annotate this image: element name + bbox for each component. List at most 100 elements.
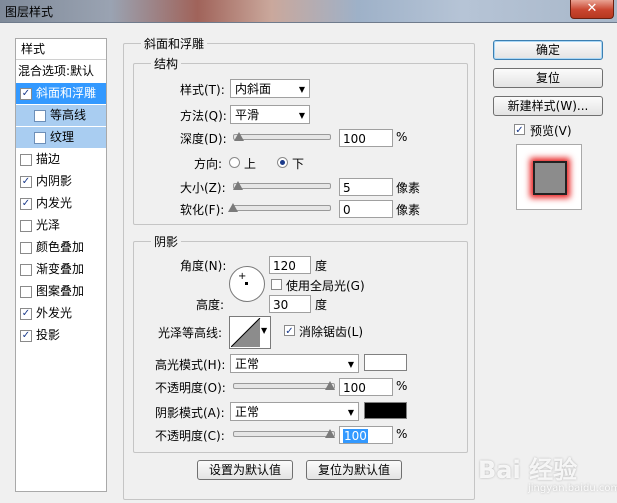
crosshair-icon: +	[238, 271, 247, 282]
size-unit: 像素	[396, 181, 421, 195]
highlight-opacity-slider[interactable]	[233, 383, 335, 389]
style-item-checkbox[interactable]	[20, 154, 32, 166]
angle-dial[interactable]: +	[229, 266, 265, 302]
size-label: 大小(Z):	[180, 181, 226, 195]
style-item-checkbox[interactable]: ✓	[20, 176, 32, 188]
style-item[interactable]: ✓ 内发光	[16, 193, 106, 214]
chevron-down-icon: ▼	[261, 326, 268, 335]
style-item[interactable]: 等高线	[16, 105, 106, 126]
chevron-down-icon: ▼	[347, 360, 354, 369]
style-item[interactable]: 渐变叠加	[16, 259, 106, 280]
direction-down-label: 下	[292, 157, 305, 171]
shadow-opacity-label: 不透明度(C):	[155, 429, 225, 443]
style-label: 样式(T):	[180, 83, 225, 97]
new-style-button[interactable]: 新建样式(W)...	[493, 96, 603, 116]
size-slider-handle[interactable]	[233, 181, 243, 190]
style-item-label: 内阴影	[36, 174, 73, 188]
style-item-checkbox[interactable]	[20, 220, 32, 232]
technique-label: 方法(Q):	[180, 109, 227, 123]
highlight-opacity-unit: %	[396, 379, 408, 393]
style-item[interactable]: 光泽	[16, 215, 106, 236]
shadow-mode-select[interactable]: 正常 ▼	[230, 402, 359, 421]
style-item-checkbox[interactable]: ✓	[20, 330, 32, 342]
style-item-checkbox[interactable]	[34, 110, 46, 122]
highlight-opacity-slider-handle[interactable]	[325, 381, 335, 390]
baidu-watermark-url: jingyan.baidu.com	[528, 483, 617, 494]
blend-options-item[interactable]: 混合选项:默认	[16, 61, 106, 82]
style-item[interactable]: 图案叠加	[16, 281, 106, 302]
bevel-emboss-title: 斜面和浮雕	[141, 35, 208, 52]
style-item-label: 渐变叠加	[36, 262, 85, 276]
style-item[interactable]: 描边	[16, 149, 106, 170]
shadow-opacity-unit: %	[396, 427, 408, 441]
style-item[interactable]: 纹理	[16, 127, 106, 148]
soften-slider[interactable]	[233, 205, 331, 211]
depth-input[interactable]: 100	[339, 129, 393, 147]
style-item-label: 描边	[36, 152, 61, 166]
style-item[interactable]: ✓ 投影	[16, 325, 106, 346]
highlight-opacity-input[interactable]: 100	[339, 378, 393, 396]
soften-input[interactable]: 0	[339, 200, 393, 218]
preview-label: 预览(V)	[530, 124, 572, 138]
style-item-checkbox[interactable]	[20, 242, 32, 254]
altitude-input[interactable]: 30	[269, 295, 311, 313]
altitude-unit: 度	[315, 298, 328, 312]
preview-checkbox[interactable]: ✓	[514, 124, 525, 136]
highlight-mode-select[interactable]: 正常 ▼	[230, 354, 359, 373]
styles-header[interactable]: 样式	[16, 39, 106, 60]
gloss-contour-picker[interactable]: ▼	[229, 316, 271, 349]
style-item-label: 纹理	[50, 130, 75, 144]
ok-button[interactable]: 确定	[493, 40, 603, 60]
depth-unit: %	[396, 130, 408, 144]
angle-input[interactable]: 120	[269, 256, 311, 274]
reset-default-button[interactable]: 复位为默认值	[306, 460, 402, 480]
style-item-label: 内发光	[36, 196, 73, 210]
style-item[interactable]: ✓ 外发光	[16, 303, 106, 324]
chevron-down-icon: ▼	[298, 111, 305, 120]
global-light-checkbox[interactable]	[271, 279, 282, 290]
styles-list: 样式 混合选项:默认 ✓ 斜面和浮雕等高线纹理描边 ✓ 内阴影 ✓ 内发光光泽颜色叠加渐变…	[15, 38, 107, 492]
style-item-checkbox[interactable]: ✓	[20, 88, 32, 100]
direction-down-radio[interactable]	[277, 157, 288, 168]
make-default-button[interactable]: 设置为默认值	[197, 460, 293, 480]
shadow-mode-label: 阴影模式(A):	[155, 406, 225, 420]
title-bar[interactable]: 图层样式 ✕	[0, 0, 617, 23]
style-item-checkbox[interactable]	[34, 132, 46, 144]
style-item[interactable]: ✓ 斜面和浮雕	[16, 83, 106, 104]
direction-up-radio[interactable]	[229, 157, 240, 168]
style-select[interactable]: 内斜面 ▼	[230, 79, 310, 98]
highlight-color-swatch[interactable]	[364, 354, 407, 371]
style-item-checkbox[interactable]	[20, 264, 32, 276]
technique-select-value: 平滑	[235, 108, 260, 122]
technique-select[interactable]: 平滑 ▼	[230, 105, 310, 124]
style-select-value: 内斜面	[235, 82, 272, 96]
style-item-checkbox[interactable]	[20, 286, 32, 298]
style-item-checkbox[interactable]: ✓	[20, 308, 32, 320]
highlight-mode-label: 高光模式(H):	[155, 358, 226, 372]
shadow-opacity-slider[interactable]	[233, 431, 335, 437]
shadow-color-swatch[interactable]	[364, 402, 407, 419]
structure-title: 结构	[151, 55, 182, 72]
anti-aliased-checkbox[interactable]: ✓	[284, 325, 295, 337]
style-item-label: 投影	[36, 328, 61, 342]
style-item-label: 光泽	[36, 218, 61, 232]
style-item[interactable]: 颜色叠加	[16, 237, 106, 258]
style-item-label: 斜面和浮雕	[36, 86, 97, 100]
shadow-opacity-input[interactable]: 100	[339, 426, 393, 444]
chevron-down-icon: ▼	[298, 85, 305, 94]
baidu-watermark: Bai 经验	[478, 456, 578, 484]
window-title: 图层样式	[5, 5, 54, 19]
size-slider[interactable]	[233, 183, 331, 189]
reset-button[interactable]: 复位	[493, 68, 603, 88]
style-item-checkbox[interactable]: ✓	[20, 198, 32, 210]
style-item[interactable]: ✓ 内阴影	[16, 171, 106, 192]
size-input[interactable]: 5	[339, 178, 393, 196]
depth-slider[interactable]	[233, 134, 331, 140]
soften-slider-handle[interactable]	[228, 203, 238, 212]
depth-slider-handle[interactable]	[234, 132, 244, 141]
style-item-label: 外发光	[36, 306, 73, 320]
gloss-contour-label: 光泽等高线:	[158, 326, 223, 340]
shadow-opacity-slider-handle[interactable]	[325, 429, 335, 438]
soften-unit: 像素	[396, 203, 421, 217]
close-button[interactable]: ✕	[570, 0, 614, 19]
